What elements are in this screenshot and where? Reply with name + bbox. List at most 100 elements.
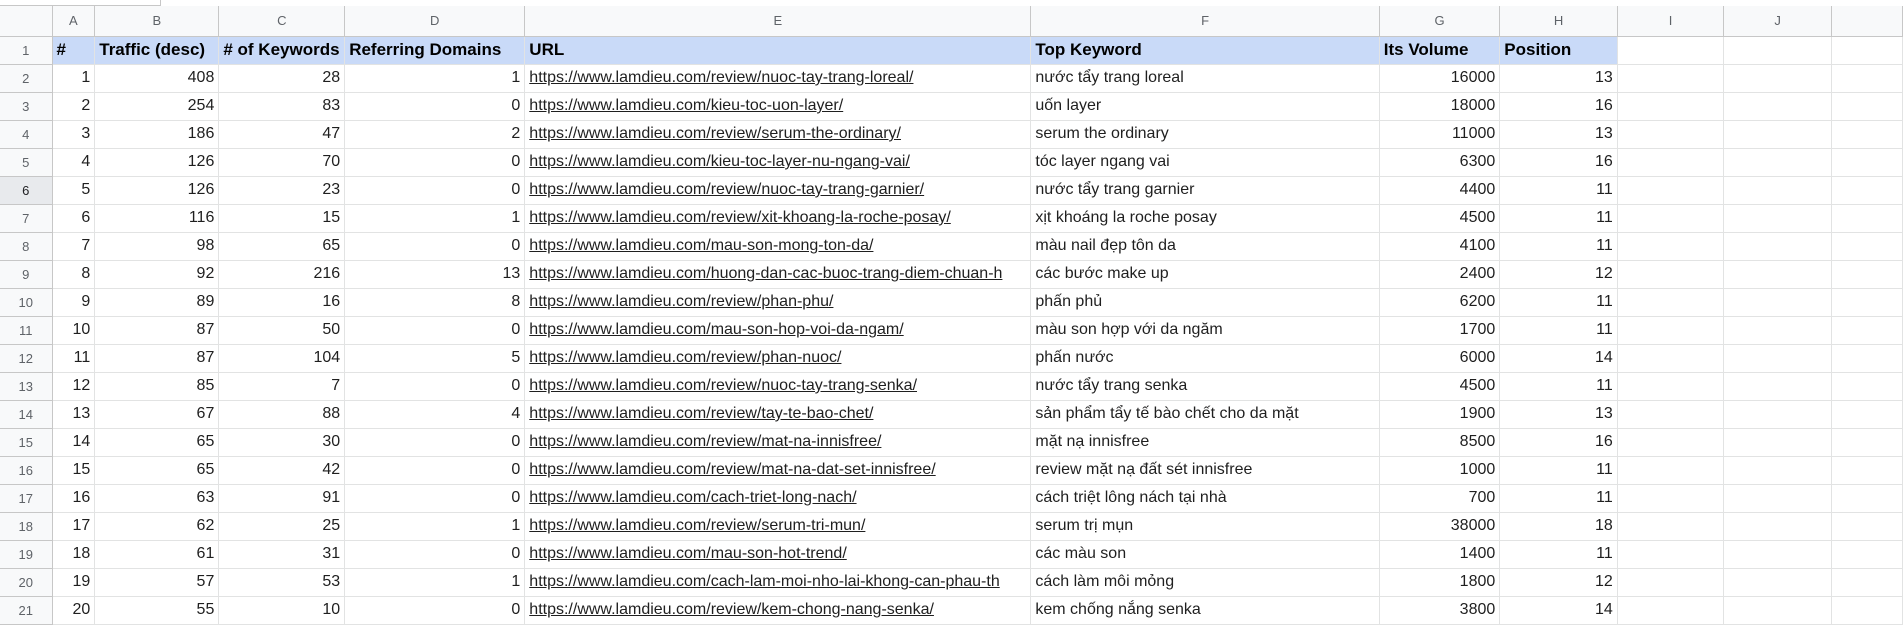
cell-top-keyword[interactable]: cách triệt lông nách tại nhà — [1030, 484, 1380, 513]
cell-referring-domains[interactable]: 1 — [344, 64, 526, 93]
cell-position[interactable]: 12 — [1499, 568, 1618, 597]
cell-keywords[interactable]: 25 — [218, 512, 346, 541]
empty-cell[interactable] — [1831, 36, 1903, 65]
cell-index[interactable]: 10 — [52, 316, 96, 345]
cell-index[interactable]: 8 — [52, 260, 96, 289]
cell-position[interactable]: 14 — [1499, 344, 1618, 373]
row-header[interactable]: 8 — [0, 232, 53, 261]
empty-cell[interactable] — [1723, 316, 1832, 345]
empty-cell[interactable] — [1831, 120, 1903, 149]
cell-url[interactable]: https://www.lamdieu.com/mau-son-mong-ton… — [524, 232, 1032, 261]
empty-cell[interactable] — [1617, 232, 1725, 261]
cell-volume[interactable]: 1400 — [1379, 540, 1501, 569]
empty-cell[interactable] — [1831, 512, 1903, 541]
cell-traffic[interactable]: 89 — [94, 288, 220, 317]
cell-index[interactable]: 14 — [52, 428, 96, 457]
row-header[interactable]: 6 — [0, 176, 53, 205]
cell-position[interactable]: 11 — [1499, 372, 1618, 401]
cell-position[interactable]: 11 — [1499, 288, 1618, 317]
cell-index[interactable]: 15 — [52, 456, 96, 485]
empty-cell[interactable] — [1831, 400, 1903, 429]
cell-top-keyword[interactable]: các màu son — [1030, 540, 1380, 569]
cell-volume[interactable]: 1000 — [1379, 456, 1501, 485]
header-volume[interactable]: Its Volume — [1379, 36, 1501, 65]
cell-url[interactable]: https://www.lamdieu.com/review/mat-na-in… — [524, 428, 1032, 457]
cell-keywords[interactable]: 65 — [218, 232, 346, 261]
empty-cell[interactable] — [1617, 176, 1725, 205]
cell-position[interactable]: 13 — [1499, 120, 1618, 149]
cell-url[interactable]: https://www.lamdieu.com/review/nuoc-tay-… — [524, 176, 1032, 205]
cell-traffic[interactable]: 57 — [94, 568, 220, 597]
empty-cell[interactable] — [1831, 428, 1903, 457]
column-header-a[interactable]: A — [52, 6, 96, 37]
empty-cell[interactable] — [1617, 260, 1725, 289]
empty-cell[interactable] — [1831, 344, 1903, 373]
header-position[interactable]: Position — [1499, 36, 1618, 65]
empty-cell[interactable] — [1723, 400, 1832, 429]
cell-keywords[interactable]: 47 — [218, 120, 346, 149]
cell-position[interactable]: 11 — [1499, 316, 1618, 345]
empty-cell[interactable] — [1831, 92, 1903, 121]
row-header[interactable]: 14 — [0, 400, 53, 429]
cell-volume[interactable]: 6300 — [1379, 148, 1501, 177]
cell-top-keyword[interactable]: nước tẩy trang loreal — [1030, 64, 1380, 93]
empty-cell[interactable] — [1723, 596, 1832, 625]
cell-referring-domains[interactable]: 0 — [344, 596, 526, 625]
cell-traffic[interactable]: 85 — [94, 372, 220, 401]
cell-volume[interactable]: 11000 — [1379, 120, 1501, 149]
cell-index[interactable]: 17 — [52, 512, 96, 541]
cell-index[interactable]: 9 — [52, 288, 96, 317]
empty-cell[interactable] — [1723, 428, 1832, 457]
cell-volume[interactable]: 38000 — [1379, 512, 1501, 541]
cell-position[interactable]: 11 — [1499, 232, 1618, 261]
cell-top-keyword[interactable]: sản phẩm tẩy tế bào chết cho da mặt — [1030, 400, 1380, 429]
cell-keywords[interactable]: 50 — [218, 316, 346, 345]
cell-traffic[interactable]: 63 — [94, 484, 220, 513]
cell-traffic[interactable]: 67 — [94, 400, 220, 429]
cell-volume[interactable]: 1900 — [1379, 400, 1501, 429]
cell-position[interactable]: 11 — [1499, 176, 1618, 205]
cell-referring-domains[interactable]: 0 — [344, 92, 526, 121]
empty-cell[interactable] — [1831, 456, 1903, 485]
cell-keywords[interactable]: 91 — [218, 484, 346, 513]
empty-cell[interactable] — [1831, 148, 1903, 177]
cell-position[interactable]: 18 — [1499, 512, 1618, 541]
cell-referring-domains[interactable]: 0 — [344, 176, 526, 205]
empty-cell[interactable] — [1831, 596, 1903, 625]
empty-cell[interactable] — [1617, 288, 1725, 317]
cell-volume[interactable]: 4400 — [1379, 176, 1501, 205]
column-header-d[interactable]: D — [344, 6, 526, 37]
cell-url[interactable]: https://www.lamdieu.com/huong-dan-cac-bu… — [524, 260, 1032, 289]
cell-traffic[interactable]: 186 — [94, 120, 220, 149]
column-header-h[interactable]: H — [1499, 6, 1618, 37]
column-header-b[interactable]: B — [94, 6, 220, 37]
cell-url[interactable]: https://www.lamdieu.com/review/phan-phu/ — [524, 288, 1032, 317]
cell-keywords[interactable]: 23 — [218, 176, 346, 205]
empty-cell[interactable] — [1831, 484, 1903, 513]
cell-volume[interactable]: 3800 — [1379, 596, 1501, 625]
empty-cell[interactable] — [1617, 344, 1725, 373]
cell-position[interactable]: 14 — [1499, 596, 1618, 625]
cell-url[interactable]: https://www.lamdieu.com/cach-triet-long-… — [524, 484, 1032, 513]
cell-index[interactable]: 13 — [52, 400, 96, 429]
cell-volume[interactable]: 6200 — [1379, 288, 1501, 317]
cell-referring-domains[interactable]: 2 — [344, 120, 526, 149]
column-header-f[interactable]: F — [1030, 6, 1380, 37]
cell-url[interactable]: https://www.lamdieu.com/review/nuoc-tay-… — [524, 64, 1032, 93]
cell-traffic[interactable]: 92 — [94, 260, 220, 289]
cell-url[interactable]: https://www.lamdieu.com/review/phan-nuoc… — [524, 344, 1032, 373]
empty-cell[interactable] — [1831, 232, 1903, 261]
empty-cell[interactable] — [1831, 540, 1903, 569]
cell-traffic[interactable]: 65 — [94, 456, 220, 485]
cell-volume[interactable]: 1800 — [1379, 568, 1501, 597]
empty-cell[interactable] — [1617, 372, 1725, 401]
empty-cell[interactable] — [1831, 64, 1903, 93]
cell-url[interactable]: https://www.lamdieu.com/review/kem-chong… — [524, 596, 1032, 625]
cell-top-keyword[interactable]: màu son hợp với da ngăm — [1030, 316, 1380, 345]
cell-index[interactable]: 1 — [52, 64, 96, 93]
cell-volume[interactable]: 6000 — [1379, 344, 1501, 373]
empty-cell[interactable] — [1723, 92, 1832, 121]
header-top-keyword[interactable]: Top Keyword — [1030, 36, 1380, 65]
cell-referring-domains[interactable]: 5 — [344, 344, 526, 373]
cell-url[interactable]: https://www.lamdieu.com/review/nuoc-tay-… — [524, 372, 1032, 401]
